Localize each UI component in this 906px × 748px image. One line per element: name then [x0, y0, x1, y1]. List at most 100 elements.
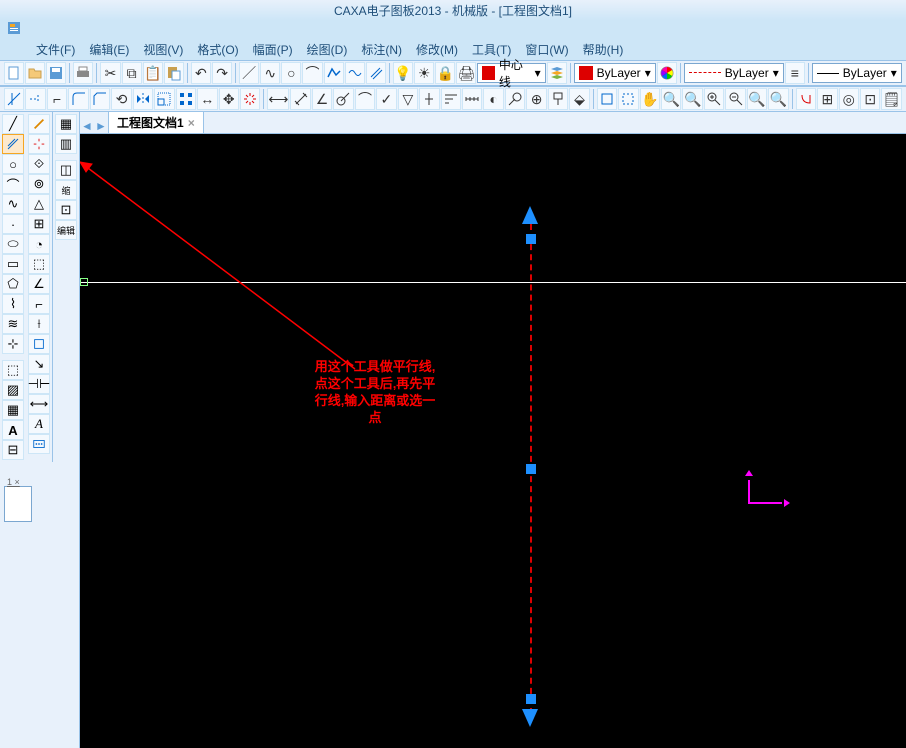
offset-tool[interactable]: ⊚	[28, 174, 50, 194]
view-regen-button[interactable]	[597, 88, 617, 110]
copy-button[interactable]: ⧉	[122, 62, 142, 84]
dim-break-tool[interactable]: ⊣⊢	[28, 374, 50, 394]
erase-all-tool[interactable]	[28, 134, 50, 154]
axis-tool[interactable]: ⊹	[2, 334, 24, 354]
move-button[interactable]: ✥	[219, 88, 239, 110]
dim-check-button[interactable]: ✓	[376, 88, 396, 110]
text-edit-tool[interactable]: A	[28, 414, 50, 434]
spline-tool[interactable]: ∿	[2, 194, 24, 214]
new-button[interactable]	[4, 62, 24, 84]
color-dropdown[interactable]: ByLayer ▾	[574, 63, 656, 83]
rotate-tool[interactable]	[28, 334, 50, 354]
balloon-tool[interactable]	[28, 434, 50, 454]
layer-manager-button[interactable]	[547, 62, 567, 84]
arc-button[interactable]: ⌒	[302, 62, 322, 84]
mirror-button[interactable]	[133, 88, 153, 110]
save-button[interactable]	[46, 62, 66, 84]
linetype-manager-button[interactable]: ≡	[785, 62, 805, 84]
line-tool[interactable]: ╱	[2, 114, 24, 134]
document-tab[interactable]: 工程图文档1 ×	[108, 111, 204, 133]
dim-baseline-button[interactable]	[441, 88, 461, 110]
hatch-grid-tool[interactable]: ▦	[55, 114, 77, 134]
dim-arc-button[interactable]: ⌒	[355, 88, 375, 110]
thumbnail-close[interactable]: 1 ×	[7, 477, 20, 487]
dim-continue-button[interactable]	[462, 88, 482, 110]
drawing-canvas[interactable]: 用这个工具做平行线, 点这个工具后,再先平 行线,输入距离或选一 点	[80, 134, 906, 748]
print-layer-icon[interactable]: 🖨	[456, 62, 476, 84]
zoom-prev-button[interactable]: 🔍	[661, 88, 681, 110]
dim-datum-button[interactable]	[548, 88, 568, 110]
dim-surface-button[interactable]: ▽	[398, 88, 418, 110]
dim-edit-tool[interactable]: ⟷	[28, 394, 50, 414]
corner-tool[interactable]: ⌐	[28, 294, 50, 314]
erase-tool[interactable]	[28, 114, 50, 134]
mirror-tool[interactable]: ⟐	[28, 154, 50, 174]
zoom-in-button[interactable]	[704, 88, 724, 110]
menu-draw[interactable]: 绘图(D)	[301, 39, 354, 60]
fillet-button[interactable]	[68, 88, 88, 110]
scale-button[interactable]	[154, 88, 174, 110]
array-button[interactable]	[176, 88, 196, 110]
osnap-button[interactable]: ◎	[839, 88, 859, 110]
array-tool[interactable]: ⊞	[28, 214, 50, 234]
hatch-tool[interactable]: ▨	[2, 380, 24, 400]
offset-button[interactable]	[366, 62, 386, 84]
layer-dropdown[interactable]: 中心线 ▾	[477, 63, 545, 83]
menu-edit[interactable]: 编辑(E)	[83, 39, 135, 60]
spline-button[interactable]: ∿	[260, 62, 280, 84]
menu-file[interactable]: 文件(F)	[30, 39, 81, 60]
view-redraw-button[interactable]	[618, 88, 638, 110]
dim-angular-button[interactable]: ∠	[312, 88, 332, 110]
wave-button[interactable]	[345, 62, 365, 84]
hatch-layer-tool[interactable]: 缩	[55, 180, 77, 200]
menu-help[interactable]: 帮助(H)	[577, 39, 630, 60]
hatch-square-tool[interactable]: ⊡	[55, 200, 77, 220]
zoom-all-button[interactable]: 🔍	[747, 88, 767, 110]
tab-scroll-left[interactable]: ◄	[80, 119, 94, 133]
dim-radius-button[interactable]	[333, 88, 353, 110]
polyline-tool[interactable]: ⌇	[2, 294, 24, 314]
break-button[interactable]: ⌐	[47, 88, 67, 110]
menu-format[interactable]: 格式(O)	[191, 39, 244, 60]
print-button[interactable]	[73, 62, 93, 84]
rotate-button[interactable]: ⟲	[111, 88, 131, 110]
stretch-button[interactable]: ↔	[197, 88, 217, 110]
dim-chamfer-button[interactable]	[505, 88, 525, 110]
block-tool[interactable]: ⬚	[2, 360, 24, 380]
arc-tool[interactable]: ⌒	[2, 174, 24, 194]
ortho-button[interactable]: ⊞	[817, 88, 837, 110]
paste-special-button[interactable]	[164, 62, 184, 84]
color-wheel-button[interactable]	[657, 62, 677, 84]
hatch-lines-tool[interactable]: ▥	[55, 134, 77, 154]
explode-button[interactable]	[240, 88, 260, 110]
paste-button[interactable]: 📋	[143, 62, 163, 84]
menu-modify[interactable]: 修改(M)	[410, 39, 464, 60]
zoom-window-button[interactable]: 🔍	[682, 88, 702, 110]
dim-weld-button[interactable]: ⬙	[569, 88, 589, 110]
snap-button[interactable]	[796, 88, 816, 110]
zoom-extents-button[interactable]: 🔍	[768, 88, 788, 110]
extend-button[interactable]	[25, 88, 45, 110]
undo-button[interactable]: ↶	[191, 62, 211, 84]
cut-button[interactable]: ✂	[100, 62, 120, 84]
line-button[interactable]: ／	[239, 62, 259, 84]
menu-sheet[interactable]: 幅面(P)	[247, 39, 299, 60]
fill-tool[interactable]: ▦	[2, 400, 24, 420]
wave-tool[interactable]: ≋	[2, 314, 24, 334]
properties-button[interactable]: 🗒	[881, 88, 901, 110]
redo-button[interactable]: ↷	[212, 62, 232, 84]
dim-half-button[interactable]: ◐	[483, 88, 503, 110]
menu-dim[interactable]: 标注(N)	[355, 39, 408, 60]
parallel-line-tool[interactable]	[2, 134, 24, 154]
zoom-out-button[interactable]	[725, 88, 745, 110]
partial-tool[interactable]: ◔	[28, 234, 50, 254]
angle-tool[interactable]: ∠	[28, 274, 50, 294]
circle-tool[interactable]: ○	[2, 154, 24, 174]
tab-scroll-right[interactable]: ►	[94, 119, 108, 133]
lock-icon[interactable]: 🔒	[435, 62, 455, 84]
rect-select-tool[interactable]: ⬚	[28, 254, 50, 274]
hatch-cross-tool[interactable]: ◫	[55, 160, 77, 180]
page-thumbnail[interactable]: 1 ×	[4, 486, 32, 522]
text-tool[interactable]: A	[2, 420, 24, 440]
menu-view[interactable]: 视图(V)	[137, 39, 189, 60]
